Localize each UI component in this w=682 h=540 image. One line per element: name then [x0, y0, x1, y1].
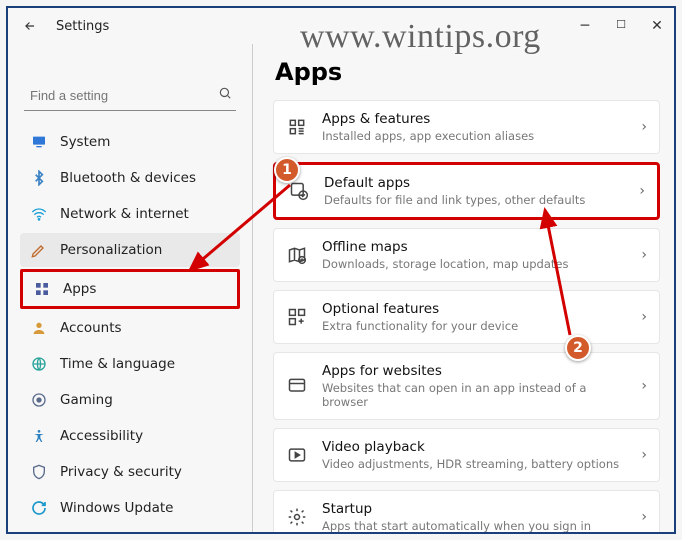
content-area: System Bluetooth & devices Network & int… — [8, 44, 674, 532]
card-text: Apps & features Installed apps, app exec… — [322, 111, 627, 143]
card-title: Video playback — [322, 439, 627, 455]
maximize-button[interactable]: ☐ — [612, 18, 630, 34]
sidebar-item-label: Accessibility — [60, 428, 143, 444]
card-title: Startup — [322, 501, 627, 517]
network-icon — [30, 205, 48, 223]
accessibility-icon — [30, 427, 48, 445]
card-startup[interactable]: Startup Apps that start automatically wh… — [273, 490, 660, 532]
card-default-apps[interactable]: Default apps Defaults for file and link … — [273, 162, 660, 220]
card-title: Apps for websites — [322, 363, 627, 379]
sidebar-item-label: Gaming — [60, 392, 113, 408]
chevron-right-icon: › — [641, 447, 647, 463]
card-title: Apps & features — [322, 111, 627, 127]
bluetooth-icon — [30, 169, 48, 187]
search-icon — [218, 86, 232, 104]
sidebar-item-label: Apps — [63, 281, 96, 297]
sidebar-item-personalization[interactable]: Personalization — [20, 233, 240, 267]
system-icon — [30, 133, 48, 151]
sidebar-item-label: Accounts — [60, 320, 122, 336]
card-desc: Installed apps, app execution aliases — [322, 129, 627, 143]
apps-websites-icon — [286, 375, 308, 397]
card-text: Default apps Defaults for file and link … — [324, 175, 625, 207]
card-title: Optional features — [322, 301, 627, 317]
annotation-badge-1: 1 — [274, 157, 300, 183]
card-text: Offline maps Downloads, storage location… — [322, 239, 627, 271]
card-text: Startup Apps that start automatically wh… — [322, 501, 627, 532]
back-button[interactable] — [16, 12, 44, 40]
search-box[interactable] — [24, 80, 236, 111]
sidebar: System Bluetooth & devices Network & int… — [8, 44, 252, 532]
sidebar-item-accounts[interactable]: Accounts — [20, 311, 240, 345]
annotation-badge-2: 2 — [565, 335, 591, 361]
sidebar-item-label: Network & internet — [60, 206, 189, 222]
close-button[interactable]: ✕ — [648, 18, 666, 34]
sidebar-item-privacy[interactable]: Privacy & security — [20, 455, 240, 489]
update-icon — [30, 499, 48, 517]
window-title: Settings — [56, 19, 109, 34]
privacy-icon — [30, 463, 48, 481]
sidebar-item-bluetooth[interactable]: Bluetooth & devices — [20, 161, 240, 195]
sidebar-item-apps[interactable]: Apps — [23, 272, 237, 306]
chevron-right-icon: › — [641, 309, 647, 325]
chevron-right-icon: › — [641, 119, 647, 135]
startup-icon — [286, 506, 308, 528]
default-apps-icon — [288, 180, 310, 202]
offline-maps-icon — [286, 244, 308, 266]
video-playback-icon — [286, 444, 308, 466]
card-apps-features[interactable]: Apps & features Installed apps, app exec… — [273, 100, 660, 154]
card-offline-maps[interactable]: Offline maps Downloads, storage location… — [273, 228, 660, 282]
sidebar-nav: System Bluetooth & devices Network & int… — [20, 125, 240, 525]
apps-features-icon — [286, 116, 308, 138]
sidebar-apps-highlight: Apps — [20, 269, 240, 309]
card-desc: Downloads, storage location, map updates — [322, 257, 627, 271]
card-desc: Video adjustments, HDR streaming, batter… — [322, 457, 627, 471]
search-input[interactable] — [30, 88, 218, 103]
minimize-button[interactable]: ─ — [576, 18, 594, 34]
apps-icon — [33, 280, 51, 298]
chevron-right-icon: › — [641, 378, 647, 394]
sidebar-item-windows-update[interactable]: Windows Update — [20, 491, 240, 525]
accounts-icon — [30, 319, 48, 337]
sidebar-item-label: Time & language — [60, 356, 175, 372]
settings-window: Settings ─ ☐ ✕ System Bluetooth — [6, 6, 676, 534]
card-title: Default apps — [324, 175, 625, 191]
card-desc: Apps that start automatically when you s… — [322, 519, 627, 532]
time-language-icon — [30, 355, 48, 373]
card-desc: Extra functionality for your device — [322, 319, 627, 333]
card-title: Offline maps — [322, 239, 627, 255]
sidebar-item-label: Bluetooth & devices — [60, 170, 196, 186]
sidebar-item-gaming[interactable]: Gaming — [20, 383, 240, 417]
main-panel: Apps Apps & features Installed apps, app… — [252, 44, 674, 532]
card-desc: Defaults for file and link types, other … — [324, 193, 625, 207]
sidebar-item-label: System — [60, 134, 110, 150]
page-title: Apps — [275, 58, 660, 86]
cards-list: Apps & features Installed apps, app exec… — [273, 100, 660, 532]
card-text: Optional features Extra functionality fo… — [322, 301, 627, 333]
personalization-icon — [30, 241, 48, 259]
window-controls: ─ ☐ ✕ — [576, 18, 666, 34]
chevron-right-icon: › — [641, 509, 647, 525]
card-video-playback[interactable]: Video playback Video adjustments, HDR st… — [273, 428, 660, 482]
sidebar-item-label: Personalization — [60, 242, 162, 258]
card-optional-features[interactable]: Optional features Extra functionality fo… — [273, 290, 660, 344]
card-apps-for-websites[interactable]: Apps for websites Websites that can open… — [273, 352, 660, 420]
sidebar-item-network[interactable]: Network & internet — [20, 197, 240, 231]
sidebar-item-system[interactable]: System — [20, 125, 240, 159]
gaming-icon — [30, 391, 48, 409]
card-desc: Websites that can open in an app instead… — [322, 381, 627, 409]
card-text: Video playback Video adjustments, HDR st… — [322, 439, 627, 471]
optional-features-icon — [286, 306, 308, 328]
sidebar-item-accessibility[interactable]: Accessibility — [20, 419, 240, 453]
sidebar-item-label: Windows Update — [60, 500, 173, 516]
chevron-right-icon: › — [639, 183, 645, 199]
sidebar-item-label: Privacy & security — [60, 464, 182, 480]
titlebar: Settings ─ ☐ ✕ — [8, 8, 674, 44]
sidebar-item-time-language[interactable]: Time & language — [20, 347, 240, 381]
card-text: Apps for websites Websites that can open… — [322, 363, 627, 409]
chevron-right-icon: › — [641, 247, 647, 263]
